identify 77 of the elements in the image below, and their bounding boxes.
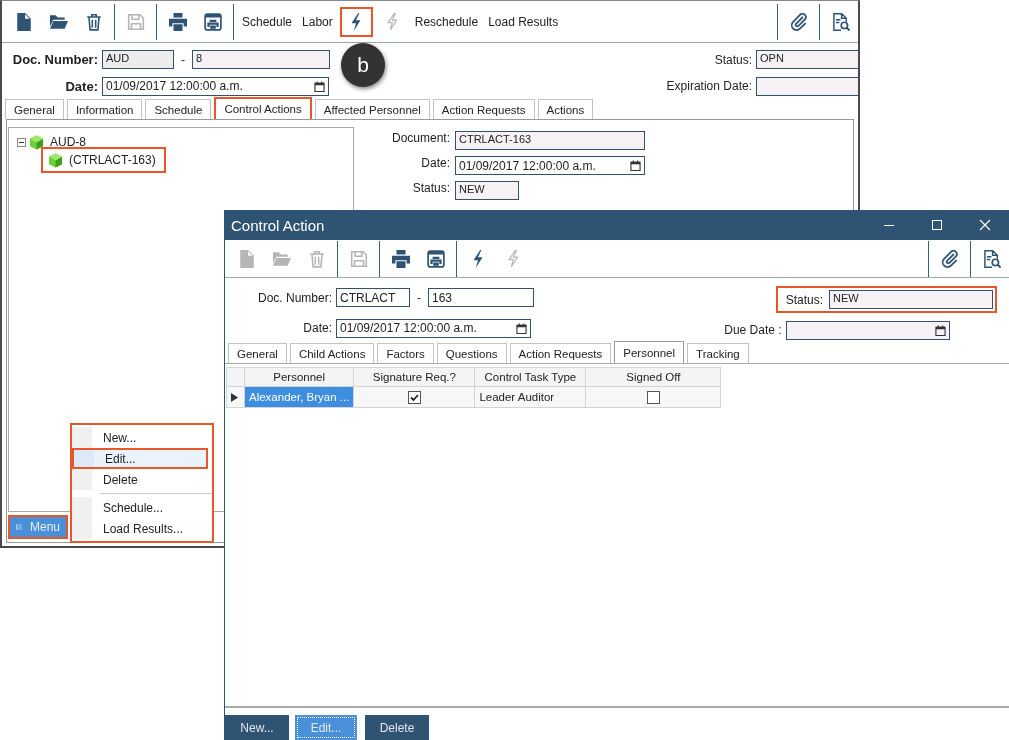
toolbar-button[interactable]: Reschedule — [409, 9, 484, 34]
window-title: Control Action — [231, 216, 325, 234]
field-label: Doc. Number: — [256, 290, 332, 305]
tab[interactable]: Child Actions — [289, 343, 375, 363]
field-label: Document: — [390, 131, 450, 147]
folder-icon[interactable] — [49, 12, 68, 31]
tab[interactable]: Action Requests — [509, 343, 612, 363]
action-button[interactable]: Delete — [365, 715, 429, 740]
tab[interactable]: Questions — [436, 343, 507, 363]
calendar-icon[interactable] — [516, 322, 527, 334]
text-field[interactable]: CTRLACT — [336, 288, 410, 308]
toolbar-button[interactable]: Schedule — [237, 9, 298, 34]
tree-node[interactable]: AUD-8 — [47, 134, 89, 150]
print-preview-icon[interactable] — [203, 12, 222, 31]
tree-node[interactable]: (CTRLACT-163) — [66, 152, 159, 168]
field-label: Status: — [713, 52, 752, 67]
text-field[interactable]: AUD — [102, 50, 174, 70]
paperclip-icon[interactable] — [940, 249, 959, 268]
field-label: Expiration Date: — [666, 79, 752, 94]
menu-item[interactable]: Edit... — [72, 448, 208, 469]
field-label: Doc. Number: — [11, 52, 98, 68]
column-header[interactable]: Signature Req.? — [353, 367, 475, 387]
toolbar-button[interactable]: Labor — [297, 9, 338, 34]
field-label: Date: — [420, 156, 450, 172]
collapse-icon[interactable] — [17, 137, 26, 147]
action-button[interactable]: New... — [225, 715, 289, 740]
field-label: Status: — [785, 292, 823, 307]
tab[interactable]: General — [5, 99, 64, 119]
printer-icon[interactable] — [391, 249, 410, 268]
print-preview-icon[interactable] — [426, 249, 445, 268]
cube-icon — [29, 134, 44, 150]
calendar-icon[interactable] — [934, 324, 946, 336]
field-label: Date: — [64, 78, 98, 94]
document-icon[interactable] — [14, 12, 33, 31]
column-header[interactable]: Personnel — [244, 367, 354, 387]
column-header[interactable]: Signed Off — [585, 367, 721, 387]
callout-badge: b — [341, 43, 385, 87]
document-search-icon[interactable] — [982, 249, 1001, 268]
cube-icon — [48, 152, 63, 168]
tab[interactable]: Personnel — [614, 341, 685, 363]
tab[interactable]: Actions — [537, 99, 594, 119]
column-header[interactable]: Control Task Type — [474, 367, 586, 387]
field-label: Status: — [411, 181, 450, 197]
toolbar-button[interactable]: Load Results — [483, 9, 564, 34]
field-label: Date: — [302, 321, 332, 336]
text-field[interactable]: 8 — [192, 50, 330, 70]
calendar-icon[interactable] — [314, 80, 325, 92]
tab[interactable]: Schedule — [145, 99, 212, 119]
checkbox[interactable] — [407, 390, 421, 404]
field-label: Due Date : — [724, 323, 782, 338]
text-field[interactable]: NEW — [455, 181, 519, 200]
paperclip-icon[interactable] — [789, 12, 808, 31]
date-field[interactable]: 01/09/2017 12:00:00 a.m. — [102, 76, 329, 96]
maximize-icon[interactable] — [931, 219, 943, 231]
date-field[interactable] — [785, 320, 950, 340]
tab[interactable]: General — [228, 343, 287, 363]
trash-icon[interactable] — [84, 12, 103, 31]
document-search-icon[interactable] — [831, 12, 850, 31]
close-icon[interactable] — [979, 219, 991, 231]
date-field[interactable]: 01/09/2017 12:00:00 a.m. — [336, 318, 531, 338]
tab[interactable]: Action Requests — [432, 99, 535, 119]
tab[interactable]: Information — [66, 99, 143, 119]
tab[interactable]: Tracking — [687, 343, 749, 363]
tab[interactable]: Control Actions — [214, 97, 312, 119]
dash-text: - — [181, 52, 185, 67]
checkbox[interactable] — [646, 390, 660, 404]
tab[interactable]: Factors — [377, 343, 434, 363]
text-field[interactable]: CTRLACT-163 — [455, 131, 645, 150]
text-field[interactable]: OPN — [756, 50, 858, 70]
tab[interactable]: Affected Personnel — [314, 99, 430, 119]
dash-text: - — [417, 290, 421, 305]
printer-icon[interactable] — [168, 12, 187, 31]
text-field[interactable]: 163 — [428, 288, 534, 308]
date-field[interactable]: 01/09/2017 12:00:00 a.m. — [455, 156, 645, 175]
text-field[interactable] — [756, 76, 858, 96]
text-field[interactable]: NEW — [829, 290, 993, 310]
calendar-icon[interactable] — [630, 160, 641, 171]
